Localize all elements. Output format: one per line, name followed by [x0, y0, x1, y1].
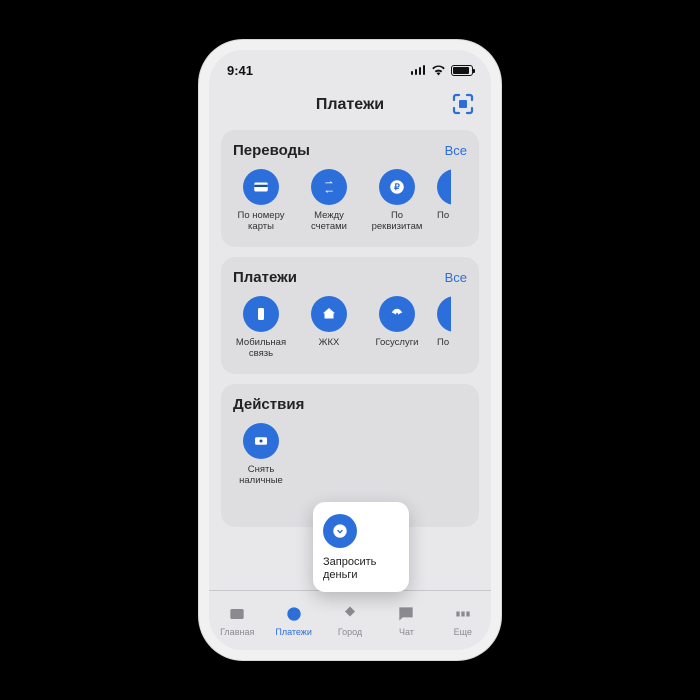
action-request-money[interactable]: Запросить деньги [313, 502, 409, 592]
eagle-icon [379, 296, 415, 332]
payments-card: Платежи Все Мобильная связь ЖКХ Госуслуг… [221, 257, 479, 374]
app-header: Платежи [209, 84, 491, 126]
home-icon [311, 296, 347, 332]
tab-city[interactable]: Город [322, 591, 378, 650]
payment-gov-services[interactable]: Госуслуги [369, 296, 425, 360]
payment-utilities[interactable]: ЖКХ [301, 296, 357, 360]
transfer-between-accounts[interactable]: Между счетами [301, 169, 357, 233]
payments-all-button[interactable]: Все [445, 270, 467, 285]
actions-row[interactable]: Снять наличные [233, 423, 467, 487]
card-icon [243, 169, 279, 205]
swap-icon [311, 169, 347, 205]
transfer-item-peek[interactable]: По [437, 169, 451, 233]
download-arrow-icon [323, 514, 357, 548]
cash-icon [243, 423, 279, 459]
tab-chat[interactable]: Чат [378, 591, 434, 650]
status-indicators [411, 65, 473, 76]
transfers-title: Переводы [233, 142, 310, 159]
transfer-by-card-number[interactable]: По номеру карты [233, 169, 289, 233]
svg-text:₽: ₽ [394, 182, 400, 192]
tab-home[interactable]: Главная [209, 591, 265, 650]
tab-more[interactable]: Еще [435, 591, 491, 650]
action-withdraw-cash[interactable]: Снять наличные [233, 423, 289, 487]
payment-item-peek[interactable]: По [437, 296, 451, 360]
transfers-all-button[interactable]: Все [445, 143, 467, 158]
status-time: 9:41 [227, 63, 253, 78]
wifi-icon [431, 65, 446, 76]
ruble-icon: ₽ [379, 169, 415, 205]
tab-payments[interactable]: Платежи [265, 591, 321, 650]
transfer-by-details[interactable]: ₽ По реквизитам [369, 169, 425, 233]
action-request-money-label: Запросить деньги [323, 556, 399, 582]
qr-scan-button[interactable] [451, 92, 475, 116]
phone-icon [243, 296, 279, 332]
phone-frame: 9:41 Платежи Переводы Все [199, 40, 501, 660]
tab-bar: Главная Платежи Город Чат Еще [209, 590, 491, 650]
more-icon [437, 169, 451, 205]
more-icon [437, 296, 451, 332]
transfers-row[interactable]: По номеру карты Между счетами ₽ По рекви… [233, 169, 467, 233]
page-title: Платежи [316, 96, 384, 114]
status-bar: 9:41 [209, 50, 491, 84]
payment-mobile[interactable]: Мобильная связь [233, 296, 289, 360]
cellular-signal-icon [411, 65, 426, 75]
transfers-card: Переводы Все По номеру карты Между счета… [221, 130, 479, 247]
payments-row[interactable]: Мобильная связь ЖКХ Госуслуги По [233, 296, 467, 360]
payments-title: Платежи [233, 269, 297, 286]
actions-title: Действия [233, 396, 304, 413]
battery-icon [451, 65, 473, 76]
